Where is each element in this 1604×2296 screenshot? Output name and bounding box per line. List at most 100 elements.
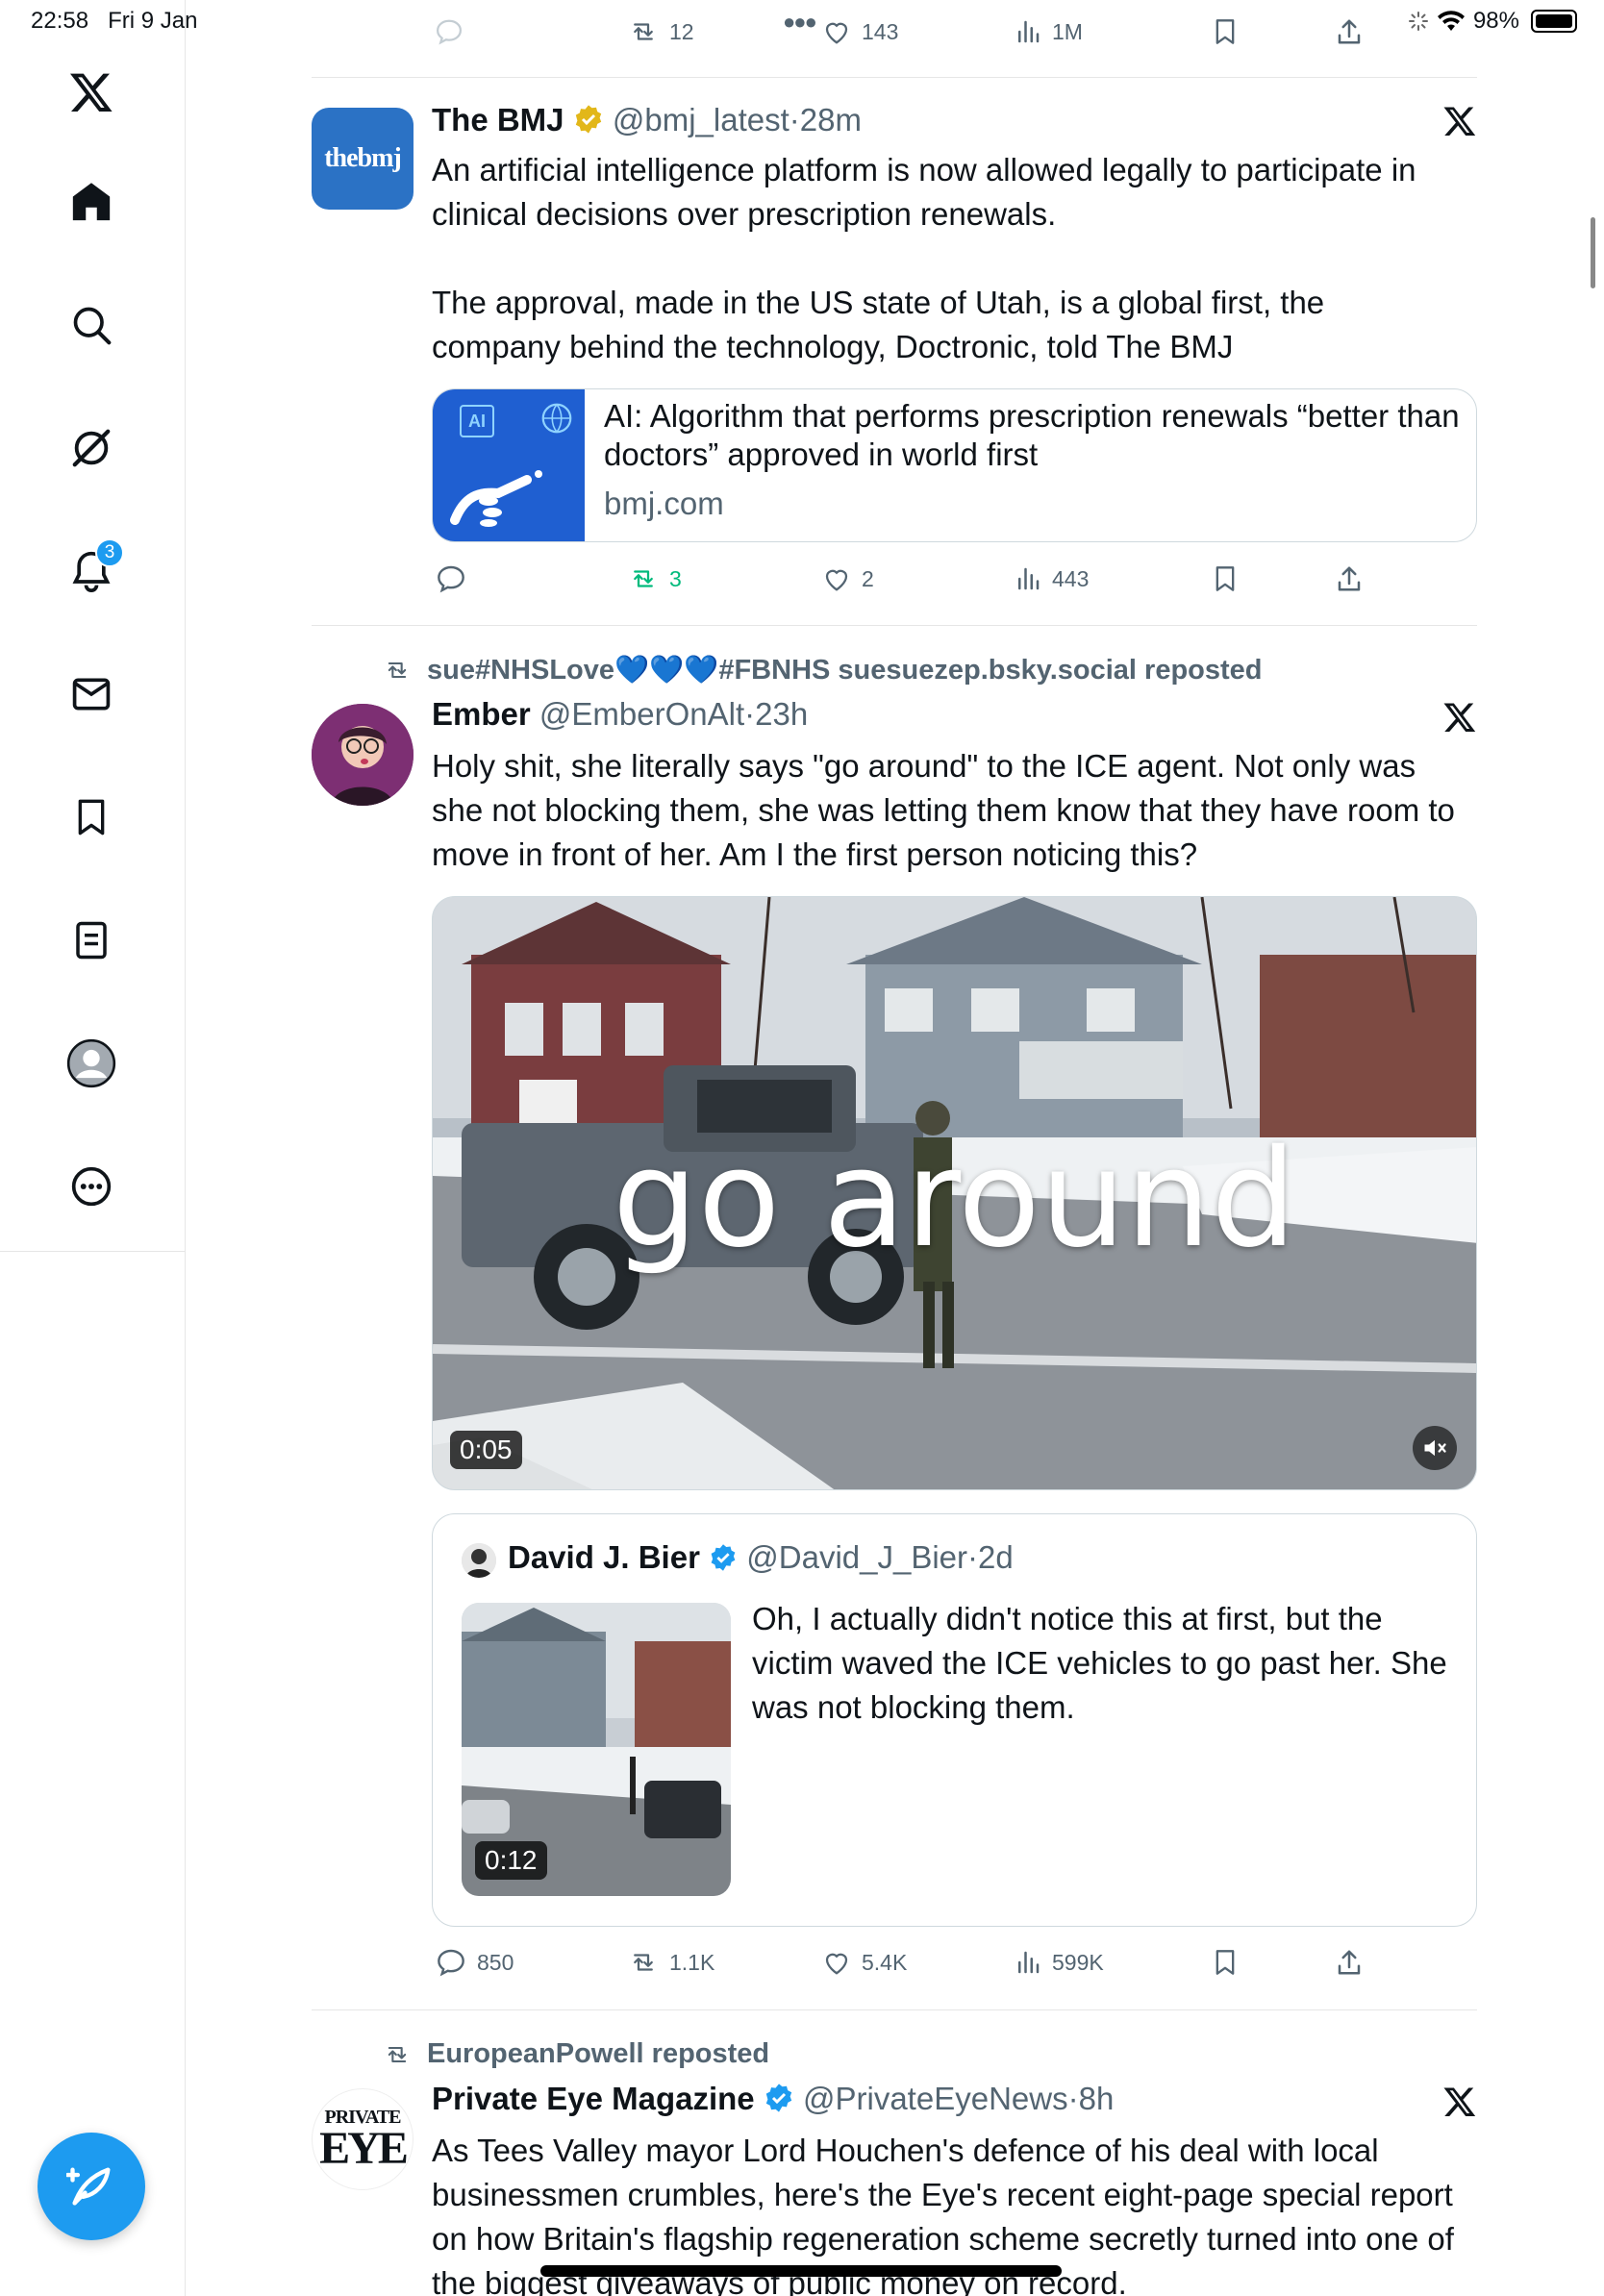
messages-icon[interactable] — [61, 663, 122, 725]
profile-icon[interactable] — [61, 1033, 122, 1094]
share-button[interactable] — [1335, 555, 1364, 603]
heart-icon — [825, 569, 848, 591]
quote-time: 2d — [978, 1539, 1014, 1575]
retweet-icon — [634, 23, 653, 40]
views-button[interactable]: 1M — [1014, 8, 1083, 56]
reply-button[interactable] — [435, 8, 464, 56]
more-options-dots[interactable]: ●●● — [783, 0, 817, 46]
repost-context: sue#NHSLove💙💙💙#FBNHS suesuezep.bsky.soci… — [381, 654, 1263, 686]
tweet-header: Private Eye Magazine @PrivateEyeNews·8h — [432, 2081, 1115, 2116]
bookmark-button[interactable] — [1212, 8, 1239, 56]
reply-icon — [438, 1949, 464, 1977]
home-indicator[interactable] — [540, 2265, 1062, 2277]
more-icon[interactable] — [61, 1156, 122, 1217]
avatar[interactable]: thebmj — [312, 108, 414, 210]
tweet-text-paragraph: The approval, made in the US state of Ut… — [432, 285, 1325, 364]
video-player[interactable]: go around 0:05 — [432, 896, 1477, 1490]
repost-by[interactable]: sue#NHSLove💙💙💙#FBNHS suesuezep.bsky.soci… — [427, 654, 1263, 686]
lists-icon[interactable] — [61, 910, 122, 971]
like-count: 5.4K — [862, 1949, 908, 1975]
compose-post-button[interactable] — [38, 2133, 145, 2240]
views-count: 443 — [1052, 565, 1090, 591]
author-name[interactable]: The BMJ — [432, 102, 564, 137]
tweet-text: An artificial intelligence platform is n… — [432, 152, 1416, 232]
battery-icon — [1531, 10, 1577, 33]
tweet-time[interactable]: 23h — [755, 696, 808, 732]
bookmark-icon — [1216, 19, 1235, 44]
bookmark-icon — [1216, 566, 1235, 591]
scroll-indicator[interactable] — [1591, 217, 1595, 288]
quote-header: David J. Bier @David_J_Bier·2d — [508, 1539, 1014, 1575]
quote-avatar — [462, 1543, 496, 1578]
verified-blue-icon — [765, 2084, 792, 2112]
quote-video-thumbnail[interactable]: 0:12 — [462, 1603, 731, 1896]
retweet-button[interactable]: 12 — [627, 8, 694, 56]
tweet-actions: 3 2 443 — [312, 555, 1477, 603]
like-button[interactable]: 143 — [821, 8, 898, 56]
share-button[interactable] — [1335, 8, 1364, 56]
x-source-icon — [1443, 107, 1476, 136]
retweet-icon — [634, 1954, 653, 1971]
heart-icon — [825, 1953, 848, 1975]
x-logo-icon[interactable] — [61, 62, 122, 123]
battery-percent: 98% — [1472, 8, 1519, 34]
link-card-domain: bmj.com — [604, 486, 724, 521]
author-handle[interactable]: @bmj_latest — [613, 102, 789, 137]
retweet-count: 1.1K — [669, 1949, 715, 1975]
share-icon — [1338, 1950, 1361, 1975]
tweet-time[interactable]: 28m — [800, 102, 862, 137]
link-card-title: AI: Algorithm that performs prescription… — [604, 398, 1460, 472]
retweet-icon — [634, 570, 653, 587]
retweet-count: 12 — [669, 18, 694, 44]
prev-tweet-actions: 12 ●●● 143 1M — [312, 8, 1477, 56]
bookmark-icon — [1216, 1950, 1235, 1975]
repost-by[interactable]: EuropeanPowell reposted — [427, 2038, 769, 2070]
tweet-header: Ember @EmberOnAlt·23h — [432, 696, 809, 732]
retweet-icon — [388, 661, 407, 679]
retweet-button[interactable]: 1.1K — [627, 1938, 714, 1986]
author-name[interactable]: Ember — [432, 696, 531, 732]
notifications-icon[interactable]: 3 — [61, 538, 124, 602]
quote-video-duration: 0:12 — [475, 1841, 547, 1880]
share-button[interactable] — [1335, 1938, 1364, 1986]
grok-icon[interactable] — [61, 417, 122, 479]
quoted-tweet[interactable]: David J. Bier @David_J_Bier·2d 0:12 Oh, … — [432, 1513, 1477, 1927]
like-count: 143 — [862, 18, 899, 44]
repost-context: EuropeanPowell reposted — [381, 2038, 769, 2070]
author-name[interactable]: Private Eye Magazine — [432, 2081, 755, 2116]
views-icon — [1018, 20, 1040, 43]
views-button[interactable]: 599K — [1014, 1938, 1104, 1986]
x-source-icon — [1443, 703, 1476, 732]
avatar[interactable] — [312, 704, 414, 806]
reply-button[interactable]: 850 — [435, 1938, 514, 1986]
share-icon — [1338, 19, 1361, 44]
heart-icon — [825, 22, 848, 44]
views-button[interactable]: 443 — [1014, 555, 1089, 603]
compose-post-icon — [66, 2167, 111, 2206]
reply-button[interactable] — [435, 555, 467, 603]
home-icon[interactable] — [61, 171, 122, 233]
link-card[interactable]: AI AI: Algorithm that performs prescript… — [432, 388, 1477, 542]
views-icon — [1018, 567, 1040, 590]
bookmarks-icon[interactable] — [61, 786, 122, 848]
search-icon[interactable] — [61, 294, 122, 356]
author-handle[interactable]: @PrivateEyeNews — [803, 2081, 1068, 2116]
tweet-divider — [312, 2009, 1477, 2010]
retweet-icon — [388, 2046, 407, 2062]
like-button[interactable]: 2 — [821, 555, 874, 603]
like-count: 2 — [862, 565, 874, 591]
timeline-feed: 12 ●●● 143 1M thebmj The BMJ @bmj_latest… — [312, 0, 1477, 2296]
quote-author-name: David J. Bier — [508, 1539, 700, 1575]
retweet-button[interactable]: 3 — [627, 555, 682, 603]
bookmark-button[interactable] — [1212, 1938, 1239, 1986]
tweet-actions: 850 1.1K 5.4K 599K — [312, 1938, 1477, 1986]
like-button[interactable]: 5.4K — [821, 1938, 907, 1986]
mute-button[interactable] — [1413, 1426, 1457, 1470]
quote-author-handle: @David_J_Bier — [746, 1539, 968, 1575]
bookmark-button[interactable] — [1212, 555, 1239, 603]
avatar[interactable]: PRIVATE EYE — [312, 2088, 414, 2190]
author-handle[interactable]: @EmberOnAlt — [539, 696, 744, 732]
sidebar-border — [185, 1252, 186, 2296]
tweet-time[interactable]: 8h — [1079, 2081, 1115, 2116]
x-source-icon — [1443, 2087, 1476, 2116]
